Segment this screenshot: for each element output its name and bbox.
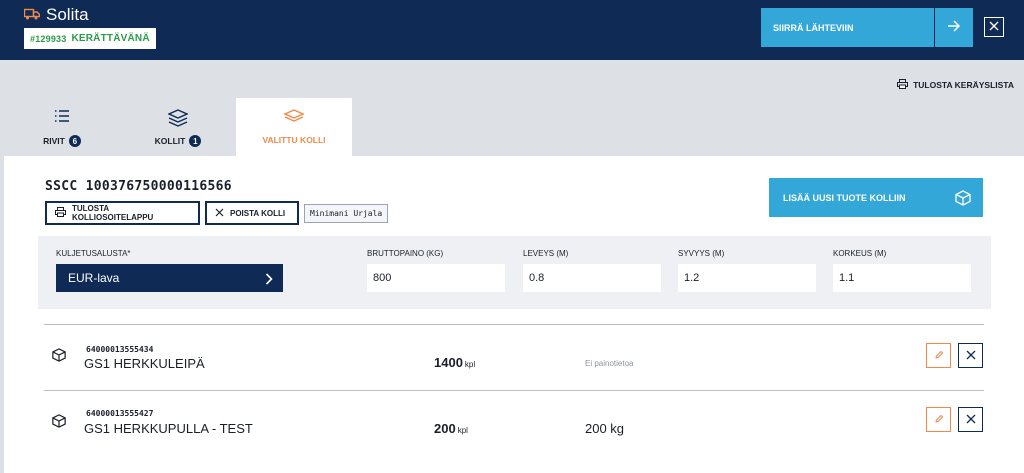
width-input[interactable] <box>523 264 661 292</box>
printer-icon <box>55 207 72 219</box>
order-status: KERÄTTÄVÄNÄ <box>71 33 150 44</box>
item-weight: 200 kg <box>585 421 625 436</box>
item-quantity-value: 200 <box>434 421 456 436</box>
height-label: KORKEUS (M) <box>833 249 887 258</box>
package-details-form: KULJETUSALUSTA* EUR-lava BRUTTOPAINO (KG… <box>38 236 991 309</box>
tab-rows[interactable]: RIVIT 6 <box>4 98 120 156</box>
item-code: 64000013555427 <box>86 409 154 418</box>
close-icon <box>989 18 999 36</box>
item-name: GS1 HERKKULEIPÄ <box>84 356 205 371</box>
height-input[interactable] <box>833 264 971 292</box>
remove-package-button[interactable]: POISTA KOLLI <box>205 201 299 225</box>
transport-label: KULJETUSALUSTA* <box>56 249 131 258</box>
item-quantity: 200 kpl <box>434 421 468 436</box>
depth-label: SYVYYS (M) <box>678 249 725 258</box>
edit-item-button[interactable] <box>926 407 951 432</box>
box-icon <box>52 414 66 433</box>
tab-rows-count: 6 <box>68 135 81 147</box>
depth-input[interactable] <box>678 264 816 292</box>
app-title: Solita <box>46 5 89 24</box>
tab-packages-count: 1 <box>189 135 202 147</box>
list-item: 64000013555434 GS1 HERKKULEIPÄ 1400 kpl E… <box>44 326 984 390</box>
item-weight: Ei painotietoa <box>585 359 634 368</box>
tab-packages-label: KOLLIT <box>154 136 186 146</box>
layer-icon <box>283 109 305 128</box>
add-product-button[interactable]: LISÄÄ UUSI TUOTE KOLLIIN <box>769 178 983 217</box>
divider <box>44 390 984 391</box>
close-button[interactable] <box>984 17 1004 37</box>
item-name: GS1 HERKKUPULLA - TEST <box>84 421 253 436</box>
gross-weight-label: BRUTTOPAINO (KG) <box>367 249 444 258</box>
brand: Solita <box>23 5 89 25</box>
delete-item-button[interactable] <box>958 343 983 368</box>
top-bar: Solita #129933 KERÄTTÄVÄNÄ SIIRRÄ LÄHTEV… <box>0 0 1024 60</box>
list-item: 64000013555427 GS1 HERKKUPULLA - TEST 20… <box>44 392 984 456</box>
order-number: #129933 <box>30 33 67 44</box>
package-panel: SSCC 100376750000116566 TULOSTA KOLLIOSO… <box>4 156 1024 473</box>
sscc-code: SSCC 100376750000116566 <box>45 179 232 194</box>
tab-selected-package-label: VALITTU KOLLI <box>262 135 326 145</box>
move-to-outgoing-button[interactable]: SIIRRÄ LÄHTEVIIN <box>761 8 934 47</box>
truck-icon <box>23 5 46 25</box>
gross-weight-input[interactable] <box>367 264 505 292</box>
item-code: 64000013555434 <box>86 345 154 354</box>
item-quantity-value: 1400 <box>434 355 463 370</box>
tab-rows-label: RIVIT <box>43 136 65 146</box>
transport-value: EUR-lava <box>68 271 120 285</box>
print-package-label-text: TULOSTA KOLLIOSOITELAPPU <box>72 204 154 222</box>
print-picklist-link[interactable]: TULOSTA KERÄYSLISTA <box>897 79 1014 91</box>
tab-bar: RIVIT 6 KOLLIT 1 VALITTU KOLLI <box>4 98 352 156</box>
move-to-outgoing-label: SIIRRÄ LÄHTEVIIN <box>773 22 854 33</box>
tab-packages[interactable]: KOLLIT 1 <box>120 98 236 156</box>
customer-tag: Minimani Urjala <box>304 204 389 223</box>
order-status-badge: #129933 KERÄTTÄVÄNÄ <box>24 28 156 49</box>
remove-package-label: POISTA KOLLI <box>230 208 286 218</box>
width-label: LEVEYS (M) <box>523 249 569 258</box>
item-unit: kpl <box>464 360 476 369</box>
pencil-icon <box>934 411 944 429</box>
arrow-right-icon <box>947 19 961 37</box>
transport-select[interactable]: EUR-lava <box>56 264 283 292</box>
close-icon <box>215 208 230 219</box>
close-icon <box>966 347 976 365</box>
move-arrow-button[interactable] <box>935 8 973 47</box>
print-picklist-label: TULOSTA KERÄYSLISTA <box>913 80 1014 90</box>
edit-item-button[interactable] <box>926 343 951 368</box>
stacked-boxes-icon <box>167 109 189 132</box>
delete-item-button[interactable] <box>958 407 983 432</box>
pencil-icon <box>934 347 944 365</box>
close-icon <box>966 411 976 429</box>
tab-selected-package[interactable]: VALITTU KOLLI <box>236 98 352 156</box>
print-package-label-button[interactable]: TULOSTA KOLLIOSOITELAPPU <box>45 201 200 225</box>
add-product-label: LISÄÄ UUSI TUOTE KOLLIIN <box>783 192 906 203</box>
box-icon <box>52 348 66 367</box>
list-icon <box>54 109 70 128</box>
printer-icon <box>897 79 913 91</box>
divider <box>44 324 984 325</box>
item-unit: kpl <box>457 426 468 435</box>
item-quantity: 1400 kpl <box>434 355 475 370</box>
